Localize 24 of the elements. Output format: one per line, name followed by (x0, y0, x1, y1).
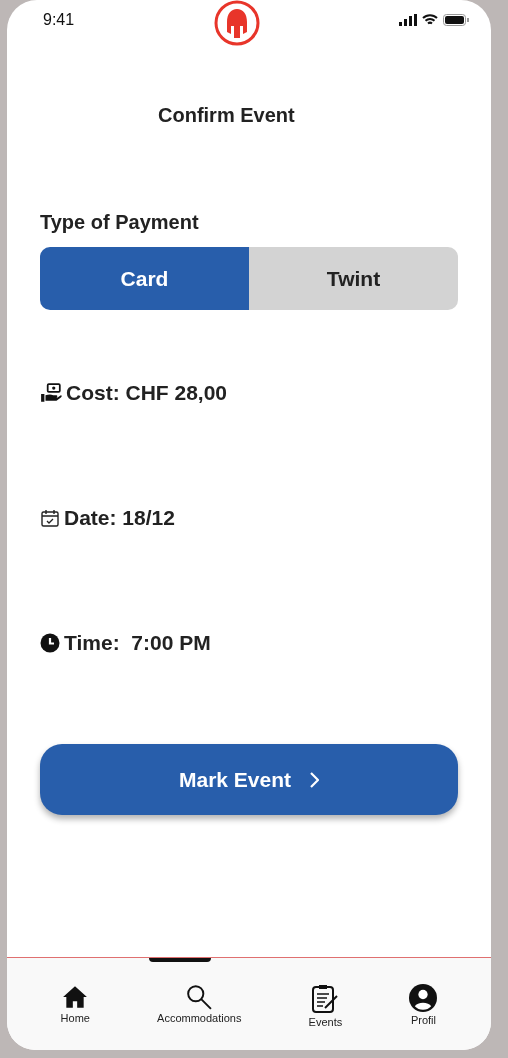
search-icon (186, 984, 213, 1010)
profile-icon (409, 984, 438, 1012)
wifi-icon (422, 14, 438, 26)
detail-text: Cost: CHF 28,00 (66, 381, 228, 405)
nav-item[interactable]: Profil (403, 958, 444, 1050)
battery-icon (443, 14, 469, 26)
detail-text: Time: 7:00 PM (64, 631, 211, 655)
signal-icon (399, 14, 417, 26)
detail-text: Date: 18/12 (64, 506, 175, 530)
nav-item[interactable]: Accommodations (151, 958, 248, 1050)
status-time: 9:41 (43, 11, 75, 29)
payment-option[interactable]: Twint (249, 247, 458, 310)
page-title: Confirm Event (158, 104, 296, 127)
nav-item[interactable]: Events (302, 958, 349, 1050)
clipboard-icon (311, 984, 340, 1014)
mark-event-button[interactable]: Mark Event (40, 744, 458, 815)
nav-item[interactable]: Home (54, 958, 96, 1050)
payment-option[interactable]: Card (40, 247, 249, 310)
chevron-icon (309, 771, 319, 788)
money-hand-icon (40, 382, 62, 404)
home-icon (62, 984, 89, 1010)
section-label: Type of Payment (40, 211, 200, 234)
clock-icon (40, 633, 60, 653)
calendar-icon (40, 508, 60, 528)
